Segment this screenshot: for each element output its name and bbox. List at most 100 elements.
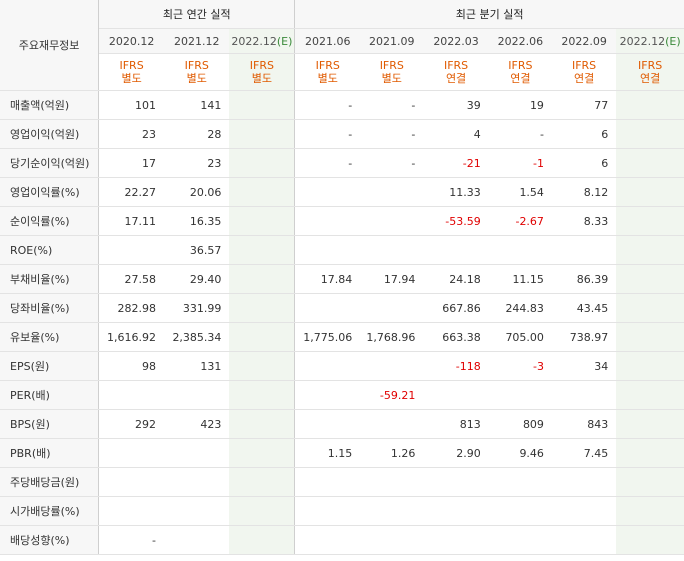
metric-value xyxy=(616,148,684,178)
metric-value xyxy=(294,235,361,265)
report-type: IFRS 연결 xyxy=(616,53,684,91)
metric-value xyxy=(360,409,424,439)
metric-label: 당좌비율(%) xyxy=(0,293,100,323)
metric-value: 667.86 xyxy=(423,293,489,323)
metric-value: 4 xyxy=(423,119,489,149)
metric-label: 매출액(억원) xyxy=(0,90,100,120)
metric-value: 131 xyxy=(164,351,230,381)
metric-value xyxy=(360,206,424,236)
table-row: BPS(원) 292 423 813 809 843 xyxy=(0,409,684,439)
metric-value xyxy=(551,235,617,265)
report-kind: 연결 xyxy=(573,72,595,85)
metric-value: 6 xyxy=(551,119,617,149)
table-row: 매출액(억원) 101 141- -39 19 77 xyxy=(0,90,684,120)
metric-label: BPS(원) xyxy=(0,409,100,439)
metric-value: 141 xyxy=(164,90,230,120)
metric-value xyxy=(164,496,230,526)
report-standard: IFRS xyxy=(508,59,533,72)
report-standard: IFRS xyxy=(119,59,144,72)
report-kind: 별도 xyxy=(186,72,207,85)
quarter-date: 2022.06 xyxy=(488,28,552,54)
metric-value xyxy=(229,351,296,381)
report-standard: IFRS xyxy=(443,59,469,72)
report-kind: 별도 xyxy=(317,72,338,85)
metric-value: 331.99 xyxy=(164,293,230,323)
metric-value: 23 xyxy=(164,148,230,178)
metric-label: 시가배당률(%) xyxy=(0,496,100,526)
metric-value: 24.18 xyxy=(423,264,489,294)
metric-value xyxy=(551,525,617,555)
table-row: PER(배) -59.21 xyxy=(0,380,684,410)
metric-value xyxy=(164,380,230,410)
metric-value: 8.33 xyxy=(551,206,617,236)
report-standard: IFRS xyxy=(638,59,663,72)
report-kind: 연결 xyxy=(510,72,531,85)
metric-value: 39 xyxy=(423,90,489,120)
report-kind: 별도 xyxy=(381,72,402,85)
metric-label: 순이익률(%) xyxy=(0,206,100,236)
metric-value xyxy=(488,525,552,555)
quarter-date: 2021.09 xyxy=(360,28,424,54)
metric-value xyxy=(294,206,361,236)
metric-value xyxy=(360,351,424,381)
metric-value: - xyxy=(488,119,552,149)
metric-value xyxy=(229,293,296,323)
metric-value: 738.97 xyxy=(551,322,617,352)
metric-value: -21 xyxy=(423,148,489,178)
metric-value: 6 xyxy=(551,148,617,178)
metric-value: -1 xyxy=(488,148,552,178)
metric-value xyxy=(294,380,361,410)
metric-label: 유보율(%) xyxy=(0,322,100,352)
metric-label: PBR(배) xyxy=(0,438,100,468)
table-row: 시가배당률(%) xyxy=(0,496,684,526)
metric-value: -118 xyxy=(423,351,489,381)
metric-label: PER(배) xyxy=(0,380,100,410)
table-row: EPS(원) 98 131 -118 -3 34 xyxy=(0,351,684,381)
metric-value: 1,775.06 xyxy=(294,322,361,352)
metric-value xyxy=(616,438,684,468)
report-type: IFRS 별도 xyxy=(360,53,424,91)
metric-value: 9.46 xyxy=(488,438,552,468)
metric-value: -53.59 xyxy=(423,206,489,236)
metric-value xyxy=(551,467,617,497)
metric-value xyxy=(616,293,684,323)
quarter-date-estimate: 2022.12(E) xyxy=(616,28,684,54)
metric-value xyxy=(229,525,296,555)
metric-value xyxy=(98,496,165,526)
metric-value: 29.40 xyxy=(164,264,230,294)
metric-value: 663.38 xyxy=(423,322,489,352)
metric-value: 1.15 xyxy=(294,438,361,468)
metric-value: 11.33 xyxy=(423,177,489,207)
annual-date: 2021.12 xyxy=(164,28,230,54)
metric-value: 98 xyxy=(98,351,165,381)
metric-value: 843 xyxy=(551,409,617,439)
metric-value: 705.00 xyxy=(488,322,552,352)
metric-value xyxy=(229,206,296,236)
report-type: IFRS 연결 xyxy=(488,53,552,91)
report-type: IFRS 연결 xyxy=(423,53,489,91)
report-kind: 별도 xyxy=(251,72,272,85)
metric-value xyxy=(229,438,296,468)
metric-value xyxy=(229,148,296,178)
row-header-title: 주요재무정보 xyxy=(0,0,100,91)
report-type: IFRS 연결 xyxy=(551,53,617,91)
metric-value xyxy=(423,235,489,265)
report-standard: IFRS xyxy=(184,59,209,72)
metric-value xyxy=(229,467,296,497)
metric-value xyxy=(360,496,424,526)
quarter-date: 2022.03 xyxy=(423,28,489,54)
quarter-date: 2021.06 xyxy=(294,28,361,54)
table-row: 부채비율(%) 27.58 29.40 17.84 17.94 24.18 11.15 86.… xyxy=(0,264,684,294)
metric-value xyxy=(229,409,296,439)
metric-value: 77 xyxy=(551,90,617,120)
metric-value: - xyxy=(294,90,361,120)
metric-value: 11.15 xyxy=(488,264,552,294)
metric-value xyxy=(294,525,361,555)
financial-summary-table: 주요재무정보 최근 연간 실적 최근 분기 실적 2020.12 2021.12… xyxy=(0,0,684,555)
metric-label: 배당성향(%) xyxy=(0,525,100,555)
metric-value: 36.57 xyxy=(164,235,230,265)
metric-label: 주당배당금(원) xyxy=(0,467,100,497)
metric-value: 7.45 xyxy=(551,438,617,468)
metric-value: 17.11 xyxy=(98,206,165,236)
metric-value: 2,385.34 xyxy=(164,322,230,352)
